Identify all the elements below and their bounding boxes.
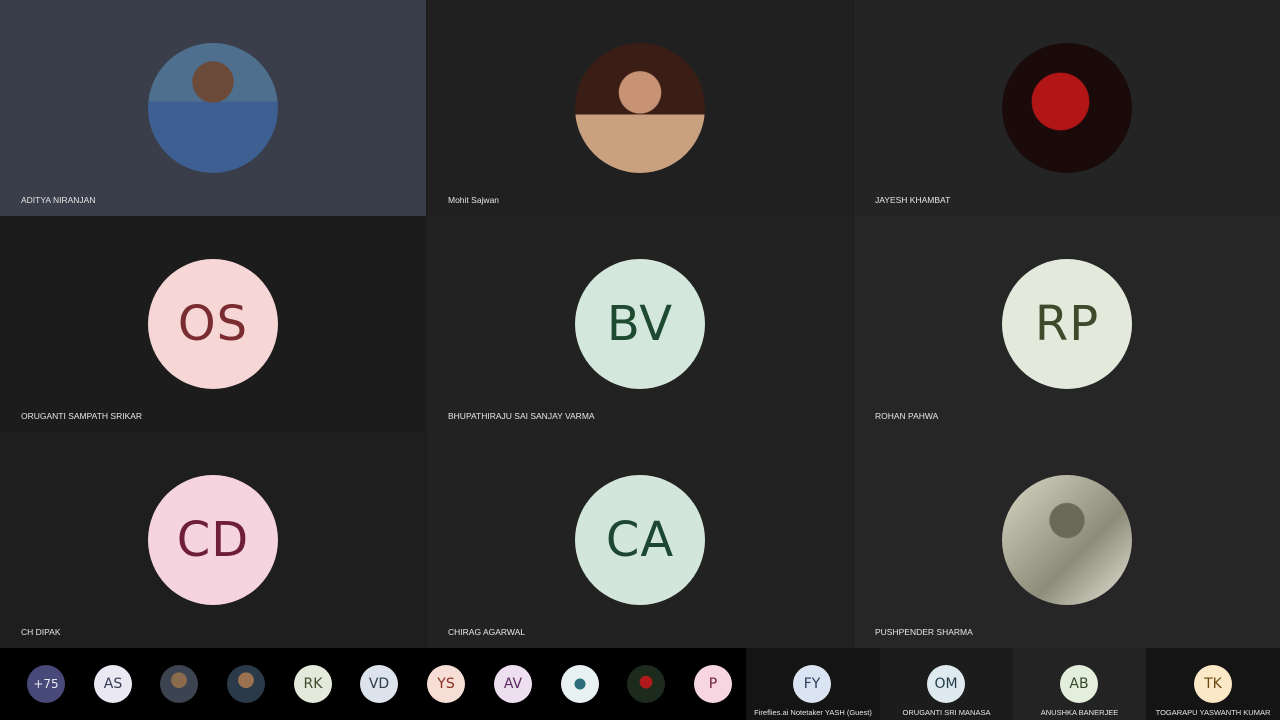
person-photo-icon[interactable] bbox=[227, 665, 265, 703]
participant-grid: ADITYA NIRANJAN Mohit Sajwan JAYESH KHAM… bbox=[0, 0, 1280, 648]
avatar-row: +75 AS RK VD YS AV P bbox=[0, 648, 746, 720]
participant-chip[interactable]: P bbox=[694, 665, 732, 703]
participant-name: TOGARAPU YASWANTH KUMAR bbox=[1155, 708, 1271, 717]
participant-name: BHUPATHIRAJU SAI SANJAY VARMA bbox=[448, 411, 595, 421]
mini-participant-tile[interactable]: OM ORUGANTI SRI MANASA bbox=[880, 648, 1013, 720]
participant-chip[interactable]: AV bbox=[494, 665, 532, 703]
person-photo-icon bbox=[148, 43, 278, 173]
participant-chip[interactable]: YS bbox=[427, 665, 465, 703]
initials-avatar: OS bbox=[148, 259, 278, 389]
participant-name: ROHAN PAHWA bbox=[875, 411, 939, 421]
participant-name: JAYESH KHAMBAT bbox=[875, 195, 951, 205]
participant-name: CHIRAG AGARWAL bbox=[448, 627, 525, 637]
mini-participant-tile[interactable]: FY Fireflies.ai Notetaker YASH (Guest) bbox=[746, 648, 880, 720]
participant-tile[interactable]: RP ROHAN PAHWA bbox=[854, 216, 1280, 432]
initials-avatar: TK bbox=[1194, 665, 1232, 703]
initials-avatar: CA bbox=[575, 475, 705, 605]
participant-tile[interactable]: JAYESH KHAMBAT bbox=[854, 0, 1280, 216]
participant-tile[interactable]: CA CHIRAG AGARWAL bbox=[427, 432, 853, 648]
person-photo-icon bbox=[1002, 475, 1132, 605]
person-photo-icon[interactable] bbox=[160, 665, 198, 703]
participant-name: ORUGANTI SRI MANASA bbox=[902, 708, 991, 717]
initials-avatar: CD bbox=[148, 475, 278, 605]
more-participants-button[interactable]: +75 bbox=[27, 665, 65, 703]
participant-tile[interactable]: OS ORUGANTI SAMPATH SRIKAR bbox=[0, 216, 426, 432]
participant-name: Mohit Sajwan bbox=[448, 195, 500, 205]
initials-avatar: RP bbox=[1002, 259, 1132, 389]
mini-participant-tile[interactable]: TK TOGARAPU YASWANTH KUMAR bbox=[1146, 648, 1280, 720]
participant-tile[interactable]: BV BHUPATHIRAJU SAI SANJAY VARMA bbox=[427, 216, 853, 432]
participant-tile[interactable]: PUSHPENDER SHARMA bbox=[854, 432, 1280, 648]
participant-name: ANUSHKA BANERJEE bbox=[1040, 708, 1119, 717]
participant-chip[interactable]: VD bbox=[360, 665, 398, 703]
initials-avatar: FY bbox=[793, 665, 831, 703]
participant-name: CH DIPAK bbox=[21, 627, 61, 637]
participant-name: PUSHPENDER SHARMA bbox=[875, 627, 973, 637]
initials-avatar: BV bbox=[575, 259, 705, 389]
participant-tile[interactable]: CD CH DIPAK bbox=[0, 432, 426, 648]
participant-name: ADITYA NIRANJAN bbox=[21, 195, 96, 205]
participant-name: Fireflies.ai Notetaker YASH (Guest) bbox=[754, 708, 872, 717]
participant-chip[interactable]: RK bbox=[294, 665, 332, 703]
participant-tile[interactable]: Mohit Sajwan bbox=[427, 0, 853, 216]
participant-name: ORUGANTI SAMPATH SRIKAR bbox=[21, 411, 143, 421]
participant-tile[interactable]: ADITYA NIRANJAN bbox=[0, 0, 426, 216]
sports-photo-icon[interactable] bbox=[627, 665, 665, 703]
participant-chip[interactable]: AS bbox=[94, 665, 132, 703]
mini-participant-tile[interactable]: AB ANUSHKA BANERJEE bbox=[1013, 648, 1146, 720]
person-photo-icon bbox=[575, 43, 705, 173]
initials-avatar: OM bbox=[927, 665, 965, 703]
red-hooded-figure-photo-icon bbox=[1002, 43, 1132, 173]
initials-avatar: AB bbox=[1060, 665, 1098, 703]
participant-strip: +75 AS RK VD YS AV P FY Fireflies.ai Not… bbox=[0, 648, 1280, 720]
creature-photo-icon[interactable] bbox=[561, 665, 599, 703]
